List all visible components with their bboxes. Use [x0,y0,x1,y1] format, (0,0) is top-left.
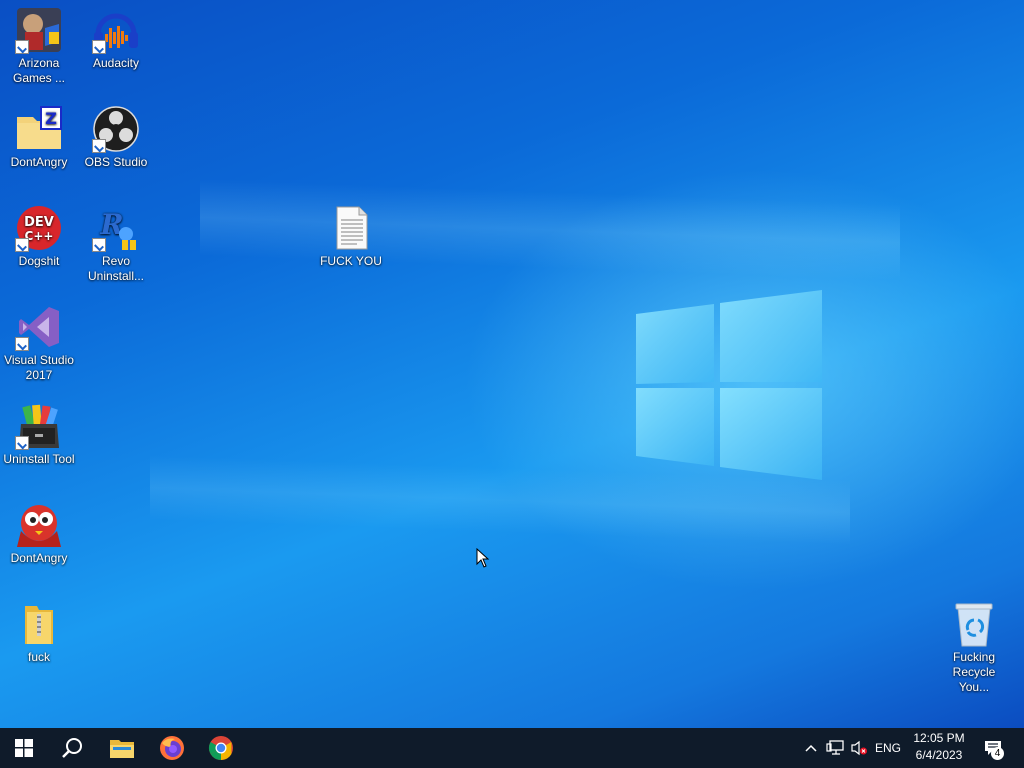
desktop-icon-dontangry-app[interactable]: DontAngry [1,501,77,566]
desktop-icon-label: DontAngry [10,551,68,565]
notification-count-badge: 4 [991,747,1004,760]
desktop-icon-dogshit[interactable]: DEV C++ Dogshit [1,204,77,269]
desktop-icon-uninstall-tool[interactable]: Uninstall Tool [1,402,77,467]
desktop-icon-fuck-folder[interactable]: fuck [1,600,77,665]
start-button[interactable] [0,728,48,768]
desktop-icon-label: Visual Studio 2017 [4,353,74,382]
desktop-icon-text-file[interactable]: FUCK YOU [313,204,389,269]
zip-archive-icon: Z [15,105,63,153]
taskbar-file-explorer[interactable] [98,728,146,768]
desktop[interactable]: Arizona Games ... Audacity Z DontAngry O… [0,0,1024,728]
taskbar: ENG 12:05 PM 6/4/2023 4 [0,728,1024,768]
tray-volume[interactable] [848,728,870,768]
desktop-icon-label: Arizona Games ... [12,56,65,85]
shortcut-arrow-icon [15,337,29,351]
visual-studio-icon [15,303,63,351]
chevron-up-icon [805,744,817,752]
recycle-bin-icon [950,600,998,648]
desktop-icon-recycle-bin[interactable]: Fucking Recycle You... [936,600,1012,695]
desktop-icon-visual-studio[interactable]: Visual Studio 2017 [1,303,77,383]
desktop-icon-audacity[interactable]: Audacity [78,6,154,71]
file-explorer-icon [110,740,134,758]
desktop-icon-revo-uninstaller[interactable]: R Revo Uninstall... [78,204,154,284]
desktop-icon-label: Dogshit [18,254,60,268]
desktop-icon-label: Audacity [92,56,140,70]
desktop-icon-label: Uninstall Tool [3,452,75,466]
desktop-icon-arizona-games[interactable]: Arizona Games ... [1,6,77,86]
tray-show-hidden[interactable] [800,728,822,768]
revo-uninstaller-icon: R [92,204,140,252]
desktop-icon-label: Revo Uninstall... [87,254,145,283]
chrome-icon [208,736,233,760]
desktop-icon-label: fuck [27,650,50,664]
uninstall-tool-icon [15,402,63,450]
search-button[interactable] [48,728,96,768]
clock-date: 6/4/2023 [915,748,963,762]
firefox-icon [160,736,184,760]
game-launcher-icon [15,6,63,54]
network-icon [826,740,844,755]
tray-language[interactable]: ENG [872,728,904,768]
audacity-icon [92,6,140,54]
search-icon [62,738,82,758]
windows-start-icon [15,739,33,757]
desktop-icon-label: DontAngry [10,155,68,169]
tray-clock[interactable]: 12:05 PM 6/4/2023 [908,730,970,766]
svg-text:Z: Z [45,109,57,128]
desktop-icon-label: OBS Studio [84,155,148,169]
svg-text:DEV: DEV [24,215,54,230]
shortcut-arrow-icon [15,436,29,450]
tray-network[interactable] [824,728,846,768]
mouse-cursor-icon [476,548,490,568]
text-document-icon [327,204,375,252]
desktop-icon-dontangry-archive[interactable]: Z DontAngry [1,105,77,170]
language-indicator: ENG [874,741,901,755]
shortcut-arrow-icon [15,238,29,252]
desktop-icon-label: FUCK YOU [320,254,382,268]
red-character-icon [15,501,63,549]
obs-icon [92,105,140,153]
shortcut-arrow-icon [92,238,106,252]
taskbar-chrome[interactable] [197,728,245,768]
desktop-icon-obs-studio[interactable]: OBS Studio [78,105,154,170]
folder-icon [15,600,63,648]
shortcut-arrow-icon [92,40,106,54]
action-center-button[interactable]: 4 [976,728,1010,768]
taskbar-firefox[interactable] [148,728,196,768]
dev-cpp-icon: DEV C++ [15,204,63,252]
windows-logo-wallpaper [636,290,822,480]
volume-muted-icon [851,740,867,756]
shortcut-arrow-icon [15,40,29,54]
clock-time: 12:05 PM [913,731,965,745]
desktop-icon-label: Fucking Recycle You... [952,650,996,694]
shortcut-arrow-icon [92,139,106,153]
